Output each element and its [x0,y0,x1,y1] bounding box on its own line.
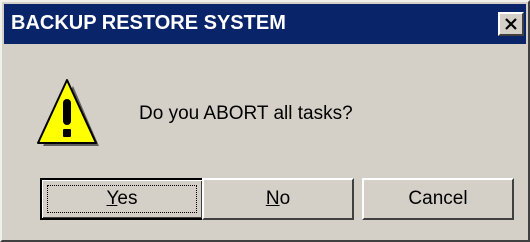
yes-button[interactable]: Yes [40,178,204,220]
no-button[interactable]: No [202,178,354,220]
yes-button-label: Yes [106,188,137,210]
window-title: BACKUP RESTORE SYSTEM [11,12,286,34]
warning-icon [37,79,99,146]
yes-mnemonic: Y [106,188,118,209]
no-button-label: No [266,188,290,210]
no-mnemonic: N [265,188,280,209]
close-icon [505,18,517,30]
cancel-button-label: Cancel [408,188,468,209]
title-bar[interactable]: BACKUP RESTORE SYSTEM [4,4,526,44]
cancel-button[interactable]: Cancel [362,178,514,220]
dialog-window: BACKUP RESTORE SYSTEM Do you ABORT all t… [0,0,530,242]
no-label-rest: o [279,188,291,209]
close-button[interactable] [498,12,524,36]
dialog-message: Do you ABORT all tasks? [139,103,353,124]
yes-label-rest: es [117,188,138,209]
